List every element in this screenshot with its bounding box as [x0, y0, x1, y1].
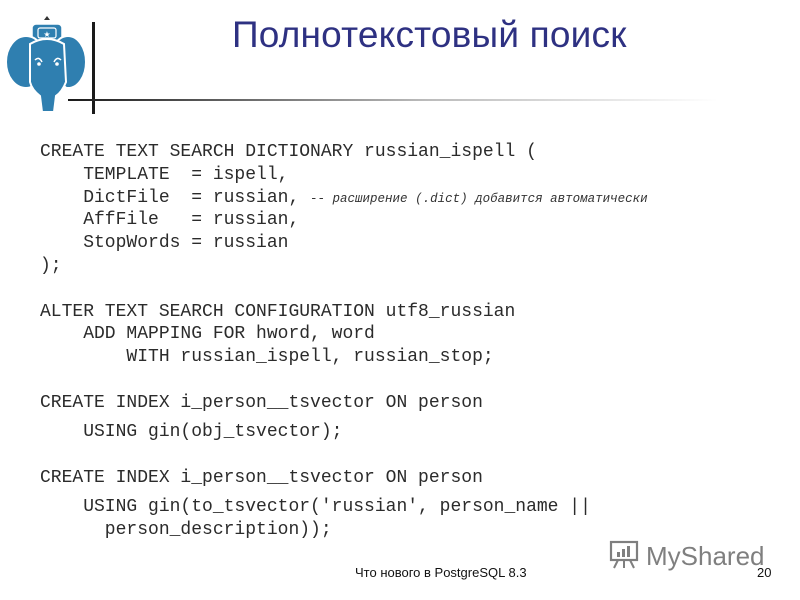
code-line: DictFile = russian, -- расширение (.dict…	[40, 187, 648, 210]
code-line: WITH russian_ispell, russian_stop;	[40, 347, 494, 367]
code-line: person_description));	[40, 520, 332, 540]
code-line: CREATE INDEX i_person__tsvector ON perso…	[40, 468, 483, 488]
slide-page-number: 20	[757, 565, 772, 580]
code-line: USING gin(obj_tsvector);	[40, 422, 343, 442]
header-horizontal-rule	[68, 99, 718, 101]
code-line: CREATE TEXT SEARCH DICTIONARY russian_is…	[40, 142, 537, 162]
code-line: CREATE INDEX i_person__tsvector ON perso…	[40, 393, 483, 413]
code-line: StopWords = russian	[40, 233, 289, 253]
code-line: USING gin(to_tsvector('russian', person_…	[40, 497, 591, 517]
footer-presentation-title: Что нового в PostgreSQL 8.3	[355, 565, 527, 580]
code-line: TEMPLATE = ispell,	[40, 165, 289, 185]
code-comment: -- расширение (.dict) добавится автомати…	[310, 192, 648, 206]
svg-text:★: ★	[43, 30, 50, 39]
code-line: ALTER TEXT SEARCH CONFIGURATION utf8_rus…	[40, 302, 516, 322]
code-line-text: DictFile = russian,	[40, 188, 311, 208]
code-line: AffFile = russian,	[40, 210, 300, 230]
watermark-text: MyShared	[646, 541, 765, 571]
myshared-watermark[interactable]: MyShared	[608, 538, 765, 575]
code-line: );	[40, 256, 62, 276]
slide-title: Полнотекстовый поиск	[232, 14, 627, 55]
presentation-chart-icon	[608, 538, 640, 575]
code-line: ADD MAPPING FOR hword, word	[40, 324, 375, 344]
postgresql-elephant-icon: ★	[2, 12, 90, 113]
